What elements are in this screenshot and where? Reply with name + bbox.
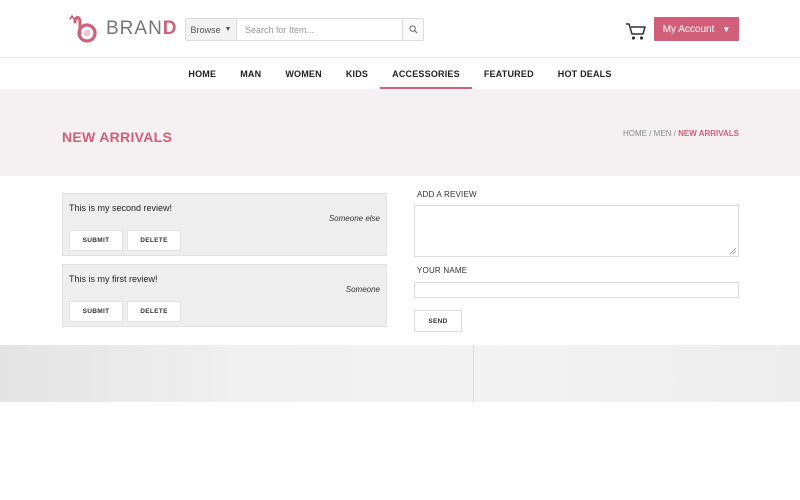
- name-input[interactable]: [414, 282, 739, 298]
- cart-button[interactable]: [625, 20, 647, 42]
- search-button[interactable]: [402, 19, 423, 40]
- search-bar: Browse ▼: [185, 18, 424, 41]
- brand-logo[interactable]: BRAND: [66, 13, 186, 45]
- nav-item-kids[interactable]: KIDS: [334, 59, 380, 89]
- nav-item-women[interactable]: WOMEN: [273, 59, 334, 89]
- delete-button[interactable]: DELETE: [127, 230, 181, 251]
- breadcrumb-men[interactable]: MEN: [654, 129, 672, 138]
- breadcrumb-home[interactable]: HOME: [623, 129, 647, 138]
- send-button[interactable]: SEND: [414, 310, 462, 332]
- footer-divider: [473, 345, 474, 402]
- your-name-label: YOUR NAME: [417, 266, 468, 275]
- submit-button[interactable]: SUBMIT: [69, 230, 123, 251]
- search-icon: [408, 25, 418, 34]
- breadcrumb: HOME / MEN / NEW ARRIVALS: [623, 129, 739, 138]
- review-textarea[interactable]: [414, 205, 739, 257]
- delete-button[interactable]: DELETE: [127, 301, 181, 322]
- nav-item-hot-deals[interactable]: HOT DEALS: [546, 59, 624, 89]
- resize-grip-icon[interactable]: [729, 247, 736, 254]
- page-banner: NEW ARRIVALS HOME / MEN / NEW ARRIVALS: [0, 89, 800, 176]
- submit-button[interactable]: SUBMIT: [69, 301, 123, 322]
- my-account-button[interactable]: My Account ▼: [654, 17, 739, 41]
- main-nav: HOME MAN WOMEN KIDS ACCESSORIES FEATURED…: [0, 59, 800, 89]
- page-title: NEW ARRIVALS: [62, 129, 173, 145]
- breadcrumb-separator: /: [646, 129, 654, 138]
- browse-label: Browse: [190, 24, 221, 35]
- review-card: This is my first review! Someone SUBMIT …: [62, 264, 387, 327]
- brand-name: BRAND: [106, 18, 178, 39]
- review-text: This is my second review!: [69, 203, 173, 213]
- breadcrumb-current: NEW ARRIVALS: [678, 129, 739, 138]
- chevron-down-icon: ▼: [722, 24, 731, 34]
- my-account-label: My Account: [662, 23, 715, 35]
- chevron-down-icon: ▼: [224, 26, 232, 33]
- add-review-label: ADD A REVIEW: [417, 190, 477, 199]
- site-header: BRAND Browse ▼ My Account ▼: [0, 0, 800, 58]
- nav-item-home[interactable]: HOME: [176, 59, 228, 89]
- cart-icon: [626, 23, 646, 40]
- review-author: Someone else: [328, 214, 380, 223]
- browse-dropdown[interactable]: Browse ▼: [186, 19, 237, 40]
- brand-logo-mark-icon: [69, 14, 97, 43]
- review-card: This is my second review! Someone else S…: [62, 193, 387, 256]
- nav-item-man[interactable]: MAN: [228, 59, 273, 89]
- review-text: This is my first review!: [69, 274, 158, 284]
- footer-band: [0, 345, 800, 402]
- search-input[interactable]: [237, 19, 402, 40]
- nav-item-accessories[interactable]: ACCESSORIES: [380, 59, 472, 89]
- review-author: Someone: [345, 285, 380, 294]
- nav-item-featured[interactable]: FEATURED: [472, 59, 546, 89]
